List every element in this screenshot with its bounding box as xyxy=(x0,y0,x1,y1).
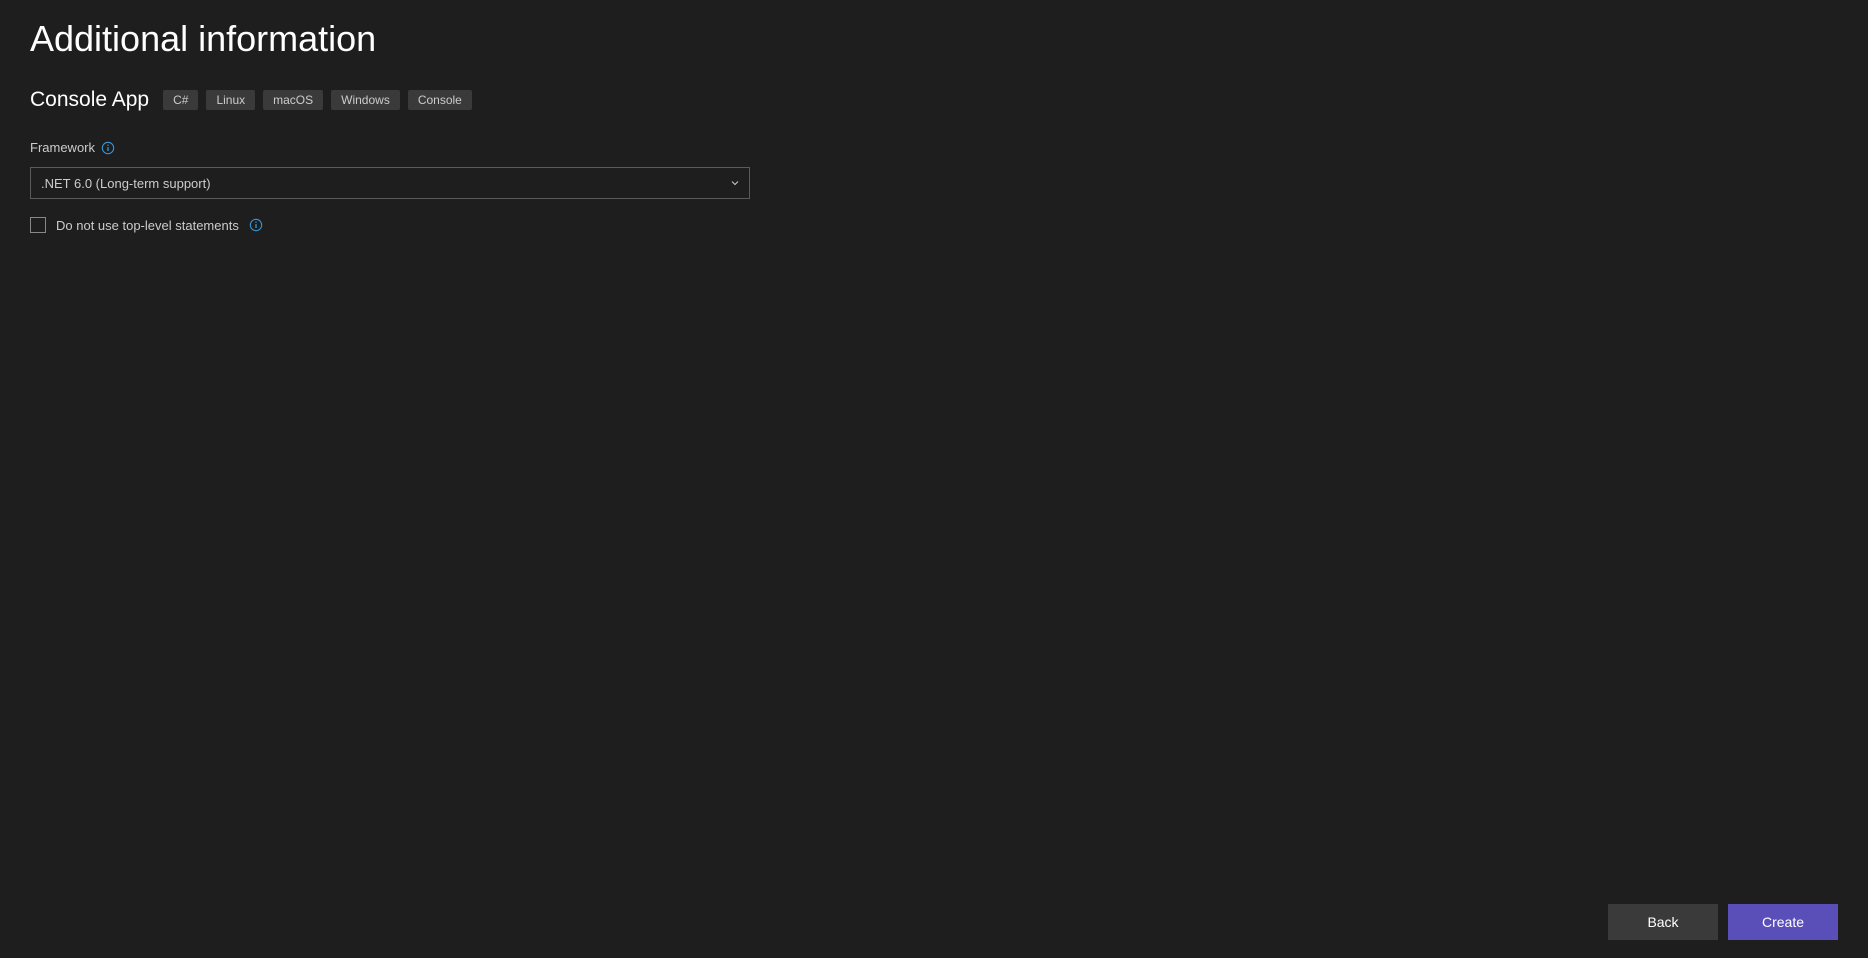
framework-dropdown-value: .NET 6.0 (Long-term support) xyxy=(41,176,211,191)
button-bar: Back Create xyxy=(1608,904,1838,940)
tag-macos: macOS xyxy=(263,90,323,110)
project-header: Console App C# Linux macOS Windows Conso… xyxy=(0,60,1868,112)
top-level-statements-label: Do not use top-level statements xyxy=(56,218,239,233)
top-level-statements-checkbox[interactable] xyxy=(30,217,46,233)
project-name: Console App xyxy=(30,88,149,112)
form-section: Framework .NET 6.0 (Long-term support) D… xyxy=(0,112,1868,233)
chevron-down-icon xyxy=(731,179,739,187)
info-icon[interactable] xyxy=(101,141,115,155)
tag-console: Console xyxy=(408,90,472,110)
back-button[interactable]: Back xyxy=(1608,904,1718,940)
info-icon[interactable] xyxy=(249,218,263,232)
framework-dropdown[interactable]: .NET 6.0 (Long-term support) xyxy=(30,167,750,199)
project-tags: C# Linux macOS Windows Console xyxy=(163,90,472,110)
tag-csharp: C# xyxy=(163,90,198,110)
top-level-statements-row: Do not use top-level statements xyxy=(30,217,1868,233)
tag-windows: Windows xyxy=(331,90,400,110)
tag-linux: Linux xyxy=(206,90,255,110)
framework-label-row: Framework xyxy=(30,140,1868,155)
create-button[interactable]: Create xyxy=(1728,904,1838,940)
page-title: Additional information xyxy=(0,0,1868,60)
framework-label: Framework xyxy=(30,140,95,155)
